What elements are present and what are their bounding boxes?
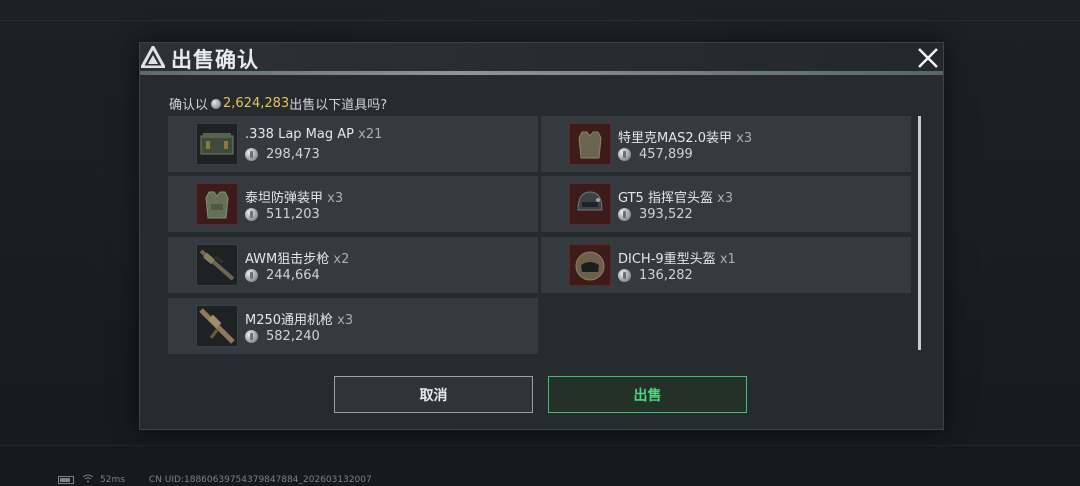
- item-price: 582,240: [266, 329, 320, 344]
- confirm-prompt: 确认以 2,624,283 出售以下道具吗?: [169, 94, 387, 113]
- item-price: 511,203: [266, 207, 320, 222]
- prompt-suffix: 出售以下道具吗?: [289, 98, 388, 113]
- ammo-box-icon: [196, 123, 238, 165]
- status-bar: 52ms CN UID:188606397543798478​84_202603…: [58, 474, 372, 486]
- coin-icon: [618, 208, 631, 221]
- item-list: .338 Lap Mag AP x21 298,473 特里克MAS2.0装甲 …: [168, 116, 920, 354]
- body-armor-icon: [569, 123, 611, 165]
- item-quantity: x3: [327, 191, 344, 206]
- item-name: DICH-9重型头盔: [618, 252, 716, 267]
- list-item: 特里克MAS2.0装甲 x3 457,899: [541, 116, 911, 172]
- coin-icon: [618, 148, 631, 161]
- coin-icon: [245, 330, 258, 343]
- item-quantity: x1: [719, 252, 736, 267]
- wifi-icon: [82, 474, 94, 486]
- cancel-button[interactable]: 取消: [334, 376, 533, 413]
- helmet-icon: [569, 183, 611, 225]
- item-price: 457,899: [639, 147, 693, 162]
- prompt-prefix: 确认以: [169, 98, 209, 113]
- item-quantity: x3: [337, 313, 354, 328]
- list-item: GT5 指挥官头盔 x3 393,522: [541, 176, 911, 232]
- item-quantity: x2: [333, 252, 350, 267]
- background-line: [0, 445, 1080, 446]
- coin-icon: [211, 98, 222, 109]
- item-name: 特里克MAS2.0装甲: [618, 131, 733, 146]
- scrollbar-thumb[interactable]: [918, 116, 921, 350]
- sniper-rifle-icon: [196, 244, 238, 286]
- header-divider: [140, 71, 943, 75]
- item-quantity: x21: [358, 127, 383, 142]
- item-quantity: x3: [736, 131, 753, 146]
- list-item: 泰坦防弹装甲 x3 511,203: [168, 176, 538, 232]
- item-list-scrollbar[interactable]: [918, 116, 921, 350]
- item-name: M250通用机枪: [245, 313, 334, 328]
- body-armor-icon: [196, 183, 238, 225]
- close-icon[interactable]: [916, 46, 940, 70]
- item-price: 298,473: [266, 147, 320, 162]
- coin-icon: [618, 269, 631, 282]
- user-uid: CN UID:188606397543798478​84_20260313200…: [148, 475, 372, 485]
- coin-icon: [245, 148, 258, 161]
- dialog-title: 出售确认: [171, 48, 259, 72]
- list-item: DICH-9重型头盔 x1 136,282: [541, 237, 911, 293]
- background-line: [0, 20, 1080, 21]
- battery-icon: [58, 476, 74, 484]
- total-amount: 2,624,283: [223, 96, 290, 111]
- machine-gun-icon: [196, 305, 238, 347]
- dialog-header: 出售确认: [140, 43, 943, 73]
- sell-button[interactable]: 出售: [548, 376, 747, 413]
- item-price: 244,664: [266, 268, 320, 283]
- item-name: .338 Lap Mag AP: [245, 127, 354, 142]
- item-price: 136,282: [639, 268, 693, 283]
- item-price: 393,522: [639, 207, 693, 222]
- ping-readout: 52ms: [100, 475, 125, 485]
- coin-icon: [245, 208, 258, 221]
- item-name: GT5 指挥官头盔: [618, 191, 713, 206]
- item-quantity: x3: [717, 191, 734, 206]
- sell-confirm-dialog: 出售确认 确认以 2,624,283 出售以下道具吗? .338 Lap Mag…: [139, 42, 944, 430]
- list-item: .338 Lap Mag AP x21 298,473: [168, 116, 538, 172]
- logo-icon: [141, 46, 165, 68]
- heavy-helmet-icon: [569, 244, 611, 286]
- list-item: AWM狙击步枪 x2 244,664: [168, 237, 538, 293]
- item-name: 泰坦防弹装甲: [245, 191, 324, 206]
- coin-icon: [245, 269, 258, 282]
- list-item: M250通用机枪 x3 582,240: [168, 298, 538, 354]
- item-name: AWM狙击步枪: [245, 252, 330, 267]
